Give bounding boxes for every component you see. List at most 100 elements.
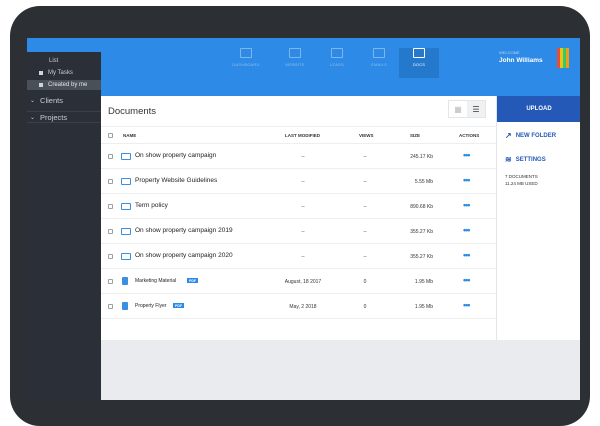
- folder-icon: [121, 228, 131, 235]
- row-actions-button[interactable]: •••: [463, 225, 471, 235]
- sidebar-section-clients[interactable]: ⌄ Clients: [27, 94, 101, 106]
- tab-label: DASHBOARD: [232, 62, 260, 67]
- views-count: --: [363, 204, 367, 210]
- column-views[interactable]: VIEWS: [359, 133, 374, 138]
- views-count: --: [363, 179, 367, 185]
- bookmark-icon: [39, 83, 43, 87]
- column-name[interactable]: NAME: [123, 133, 136, 138]
- envelope-icon: [373, 48, 385, 58]
- tab-docs[interactable]: DOCS: [399, 48, 439, 78]
- page-title: Documents: [108, 106, 157, 117]
- row-checkbox[interactable]: [108, 154, 113, 159]
- tab-dashboard[interactable]: DASHBOARD: [226, 48, 266, 78]
- file-size: 5.55 Mb: [414, 179, 433, 185]
- last-modified: --: [301, 179, 305, 185]
- row-actions-button[interactable]: •••: [463, 150, 471, 160]
- chart-icon: [240, 48, 252, 58]
- sidebar-item-label: My Tasks: [48, 70, 73, 76]
- folder-icon: [121, 253, 131, 260]
- sidebar-section-projects[interactable]: ⌄ Projects: [27, 111, 101, 123]
- tab-label: WEBSITE: [285, 62, 305, 67]
- column-last-modified[interactable]: LAST MODIFIED: [285, 133, 320, 138]
- views-count: --: [363, 229, 367, 235]
- row-checkbox[interactable]: [108, 254, 113, 259]
- welcome-label: WELCOME: [499, 50, 520, 55]
- document-name[interactable]: On show property campaign: [135, 152, 216, 159]
- last-modified: --: [301, 204, 305, 210]
- row-actions-button[interactable]: •••: [463, 275, 471, 285]
- document-name[interactable]: Marketing Material: [135, 278, 176, 284]
- row-checkbox[interactable]: [108, 229, 113, 234]
- user-name[interactable]: John Williams: [499, 57, 543, 64]
- file-size: 1.95 Mb: [414, 304, 433, 310]
- image-icon: [331, 48, 343, 58]
- row-checkbox[interactable]: [108, 204, 113, 209]
- row-checkbox[interactable]: [108, 279, 113, 284]
- table-header: NAME LAST MODIFIED VIEWS SIZE ACTIONS: [101, 126, 496, 144]
- chevron-down-icon: ⌄: [30, 114, 36, 121]
- folder-icon: [121, 178, 131, 185]
- tab-leads[interactable]: LEADS: [317, 48, 357, 78]
- tab-emails[interactable]: EMAILS: [359, 48, 399, 78]
- views-count: 0: [363, 304, 367, 310]
- document-name[interactable]: On show property campaign 2020: [135, 252, 233, 259]
- table-row[interactable]: Property Flyer PDF May, 2 2018 0 1.95 Mb •••: [101, 294, 496, 319]
- last-modified: --: [301, 229, 305, 235]
- sidebar-item-my-tasks[interactable]: My Tasks: [27, 68, 101, 78]
- settings-button[interactable]: ≋ SETTINGS: [505, 155, 546, 164]
- document-name[interactable]: Property Website Guidelines: [135, 177, 217, 184]
- file-size: 890.68 Kb: [410, 204, 433, 210]
- folder-icon: [121, 153, 131, 160]
- new-folder-label: NEW FOLDER: [515, 132, 557, 139]
- sidebar-item-created-by-me[interactable]: Created by me: [27, 80, 101, 90]
- bookmark-icon: [39, 71, 43, 75]
- file-icon: [122, 277, 128, 285]
- row-checkbox[interactable]: [108, 304, 113, 309]
- document-name[interactable]: On show property campaign 2019: [135, 227, 233, 234]
- file-icon: [122, 302, 128, 310]
- documents-panel: Documents ▦ ☰ NAME LAST MODIFIED VIEWS S…: [101, 96, 496, 340]
- list-view-icon[interactable]: ☰: [467, 101, 485, 117]
- row-actions-button[interactable]: •••: [463, 175, 471, 185]
- document-count: 7 DOCUMENTS: [505, 174, 538, 179]
- table-row[interactable]: Property Website Guidelines -- -- 5.55 Mb ••…: [101, 169, 496, 194]
- last-modified: --: [301, 154, 305, 160]
- folder-icon: [121, 203, 131, 210]
- table-row[interactable]: On show property campaign 2019 -- -- 355.27…: [101, 219, 496, 244]
- last-modified: --: [301, 254, 305, 260]
- footer-area: [101, 340, 580, 400]
- file-size: 355.27 Kb: [410, 254, 433, 260]
- table-row[interactable]: On show property campaign 2020 -- -- 355.27…: [101, 244, 496, 269]
- column-actions: ACTIONS: [459, 133, 480, 138]
- document-name[interactable]: Property Flyer: [135, 303, 166, 309]
- avatar-stripe: [566, 48, 569, 68]
- new-folder-button[interactable]: ↗ NEW FOLDER: [505, 131, 556, 140]
- avatar[interactable]: [557, 48, 569, 68]
- file-size: 355.27 Kb: [410, 229, 433, 235]
- row-actions-button[interactable]: •••: [463, 250, 471, 260]
- file-size: 245.17 Kb: [410, 154, 433, 160]
- pdf-badge: PDF: [173, 303, 184, 308]
- table-row[interactable]: On show property campaign -- -- 245.17 Kb ••…: [101, 144, 496, 169]
- chevron-down-icon: ⌄: [30, 97, 36, 104]
- sidebar-item-label: Created by me: [48, 82, 88, 88]
- table-row[interactable]: Marketing Material PDF August, 18 2017 0 1.9…: [101, 269, 496, 294]
- sidebar-section-label: Projects: [40, 112, 68, 122]
- tab-label: DOCS: [412, 62, 426, 67]
- document-name[interactable]: Term policy: [135, 202, 168, 209]
- sidebar: List My Tasks Created by me ⌄ Clients ⌄ …: [27, 52, 101, 400]
- grid-view-icon[interactable]: ▦: [449, 101, 467, 117]
- file-size: 1.95 Mb: [414, 279, 433, 285]
- column-size[interactable]: SIZE: [410, 133, 420, 138]
- row-checkbox[interactable]: [108, 179, 113, 184]
- row-actions-button[interactable]: •••: [463, 200, 471, 210]
- sidebar-item-list[interactable]: List: [27, 56, 101, 66]
- upload-button[interactable]: UPLOAD: [497, 96, 580, 122]
- browser-icon: [289, 48, 301, 58]
- tab-website[interactable]: WEBSITE: [275, 48, 315, 78]
- row-actions-button[interactable]: •••: [463, 300, 471, 310]
- last-modified: August, 18 2017: [284, 279, 322, 285]
- select-all-checkbox[interactable]: [108, 133, 113, 138]
- table-row[interactable]: Term policy -- -- 890.68 Kb •••: [101, 194, 496, 219]
- pdf-badge: PDF: [187, 278, 198, 283]
